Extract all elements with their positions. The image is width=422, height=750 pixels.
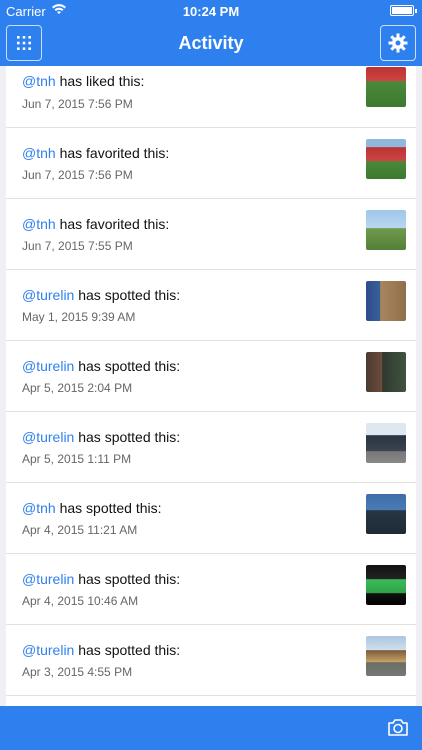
photo-thumbnail[interactable] (366, 210, 406, 250)
photo-thumbnail[interactable] (366, 67, 406, 107)
activity-date: Jun 7, 2015 7:56 PM (22, 168, 133, 182)
username-link[interactable]: @turelin (22, 429, 74, 445)
activity-date: Apr 4, 2015 10:46 AM (22, 594, 139, 608)
camera-icon (388, 719, 408, 736)
activity-row[interactable]: @turelin has spotted this: Apr 5, 2015 2… (6, 341, 416, 412)
activity-text: @turelin has spotted this: (22, 287, 180, 303)
action-text: has favorited this: (59, 216, 170, 232)
activity-text: @turelin has spotted this: (22, 429, 180, 445)
action-text: has liked this: (59, 73, 145, 89)
action-text: has spotted this: (78, 429, 181, 445)
username-link[interactable]: @tnh (22, 500, 56, 516)
activity-text: @tnh has favorited this: (22, 216, 169, 232)
battery-icon (390, 5, 417, 16)
username-link[interactable]: @tnh (22, 145, 56, 161)
activity-text: @turelin has spotted this: (22, 642, 180, 658)
action-text: has favorited this: (59, 145, 170, 161)
bottom-toolbar (0, 706, 422, 750)
activity-row[interactable]: @tnh has liked this: Jun 7, 2015 7:56 PM (6, 66, 416, 128)
activity-row[interactable]: @tnh has favorited this: Jun 7, 2015 7:5… (6, 128, 416, 199)
navigation-bar: Activity (0, 22, 422, 66)
activity-row[interactable]: @tnh has spotted this: Apr 4, 2015 11:21… (6, 483, 416, 554)
status-bar: Carrier 10:24 PM (0, 0, 422, 22)
photo-thumbnail[interactable] (366, 565, 406, 605)
action-text: has spotted this: (78, 571, 181, 587)
username-link[interactable]: @turelin (22, 571, 74, 587)
activity-date: Jun 7, 2015 7:56 PM (22, 97, 133, 111)
activity-date: Apr 3, 2015 4:55 PM (22, 665, 133, 679)
photo-thumbnail[interactable] (366, 139, 406, 179)
activity-text: @turelin has spotted this: (22, 358, 180, 374)
username-link[interactable]: @turelin (22, 287, 74, 303)
activity-row[interactable]: @turelin has spotted this: May 1, 2015 9… (6, 270, 416, 341)
camera-button[interactable] (386, 716, 410, 740)
activity-feed[interactable]: @tnh has liked this: Jun 7, 2015 7:56 PM… (6, 66, 416, 706)
activity-text: @tnh has spotted this: (22, 500, 162, 516)
activity-text: @turelin has spotted this: (22, 571, 180, 587)
activity-date: Apr 4, 2015 11:21 AM (22, 523, 138, 537)
photo-thumbnail[interactable] (366, 494, 406, 534)
activity-text: @tnh has liked this: (22, 73, 144, 89)
page-title: Activity (178, 33, 244, 53)
settings-button[interactable] (380, 25, 416, 61)
photo-thumbnail[interactable] (366, 281, 406, 321)
status-time: 10:24 PM (182, 4, 240, 19)
activity-text: @tnh has favorited this: (22, 145, 169, 161)
activity-date: Apr 5, 2015 1:11 PM (22, 452, 132, 466)
photo-thumbnail[interactable] (366, 636, 406, 676)
username-link[interactable]: @turelin (22, 642, 74, 658)
action-text: has spotted this: (78, 358, 181, 374)
photo-thumbnail[interactable] (366, 423, 406, 463)
username-link[interactable]: @tnh (22, 73, 56, 89)
username-link[interactable]: @turelin (22, 358, 74, 374)
activity-date: May 1, 2015 9:39 AM (22, 310, 136, 324)
activity-row[interactable]: @turelin has spotted this: Apr 5, 2015 1… (6, 412, 416, 483)
activity-row[interactable]: @tnh has favorited this: Jun 7, 2015 7:5… (6, 199, 416, 270)
photo-thumbnail[interactable] (366, 352, 406, 392)
activity-row[interactable]: @turelin has spotted this: Apr 4, 2015 1… (6, 554, 416, 625)
username-link[interactable]: @tnh (22, 216, 56, 232)
action-text: has spotted this: (78, 642, 181, 658)
gear-icon (388, 33, 408, 53)
activity-date: Jun 7, 2015 7:55 PM (22, 239, 133, 253)
action-text: has spotted this: (59, 500, 162, 516)
activity-row[interactable]: @turelin has spotted this: Apr 3, 2015 4… (6, 625, 416, 696)
activity-date: Apr 5, 2015 2:04 PM (22, 381, 133, 395)
action-text: has spotted this: (78, 287, 181, 303)
